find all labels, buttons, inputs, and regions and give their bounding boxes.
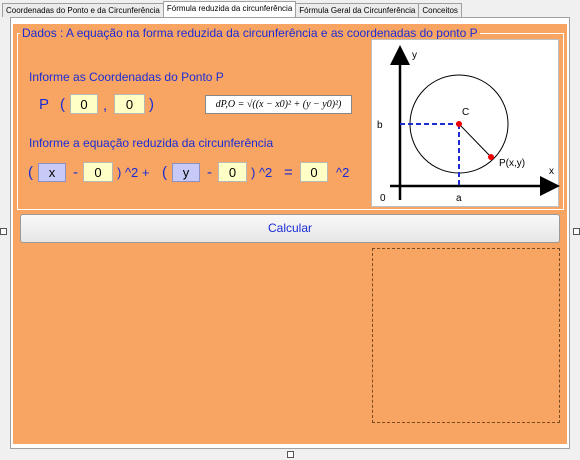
distance-formula: dP,O = √((x − x0)² + (y − y0)²)	[205, 95, 352, 114]
y-axis-label: y	[412, 50, 417, 61]
tab-coordenadas[interactable]: Coordenadas do Ponto e da Circunferência	[2, 3, 164, 17]
origin-label: 0	[380, 193, 386, 204]
group-title: Dados : A equação na forma reduzida da c…	[20, 26, 480, 40]
center-label: C	[462, 107, 469, 118]
a-label: a	[456, 193, 462, 204]
eq-open-paren-2: (	[162, 164, 167, 181]
calculate-button[interactable]: Calcular	[20, 214, 560, 243]
circle-point	[488, 154, 494, 160]
point-label: P(x,y)	[499, 158, 525, 169]
circle-diagram: y x C P(x,y) b a 0	[371, 39, 560, 207]
eq-pow-plus: ) ^2 +	[117, 165, 150, 180]
eq-pow: ) ^2	[251, 165, 273, 180]
center-point	[456, 121, 462, 127]
point-name: P	[39, 96, 50, 113]
tab-conceitos[interactable]: Conceitos	[418, 3, 462, 17]
circle-diagram-svg: y x C P(x,y) b a 0	[377, 45, 560, 204]
point-open-paren: (	[60, 96, 65, 113]
resize-handle-right[interactable]	[573, 228, 580, 235]
result-area	[372, 248, 560, 423]
y-variable-box: y	[172, 163, 200, 182]
point-section-label: Informe as Coordenadas do Ponto P	[29, 70, 224, 84]
point-close-paren: )	[149, 96, 154, 113]
eq-minus-1: -	[73, 164, 78, 181]
point-x-input[interactable]	[70, 94, 98, 114]
eq-equals: =	[284, 164, 293, 181]
b-label: b	[377, 120, 383, 131]
radius-input[interactable]	[300, 162, 328, 182]
radius-line	[458, 123, 492, 158]
x-axis-label: x	[549, 166, 554, 177]
tab-strip: Coordenadas do Ponto e da Circunferência…	[2, 1, 462, 17]
point-y-input[interactable]	[114, 94, 145, 114]
center-a-input[interactable]	[83, 162, 113, 182]
center-b-input[interactable]	[218, 162, 247, 182]
point-comma: ,	[103, 97, 108, 114]
x-variable-box: x	[38, 163, 66, 182]
eq-pow-suffix: ^2	[336, 165, 350, 180]
tab-formula-reduzida[interactable]: Fórmula reduzida da circunferência	[162, 1, 297, 17]
equation-section-label: Informe a equação reduzida da circunferê…	[29, 136, 274, 150]
eq-minus-2: -	[207, 164, 212, 181]
eq-open-paren-1: (	[28, 164, 33, 181]
tab-formula-geral[interactable]: Fórmula Geral da Circunferência	[295, 3, 420, 17]
resize-handle-bottom[interactable]	[287, 451, 294, 458]
resize-handle-left[interactable]	[0, 228, 7, 235]
